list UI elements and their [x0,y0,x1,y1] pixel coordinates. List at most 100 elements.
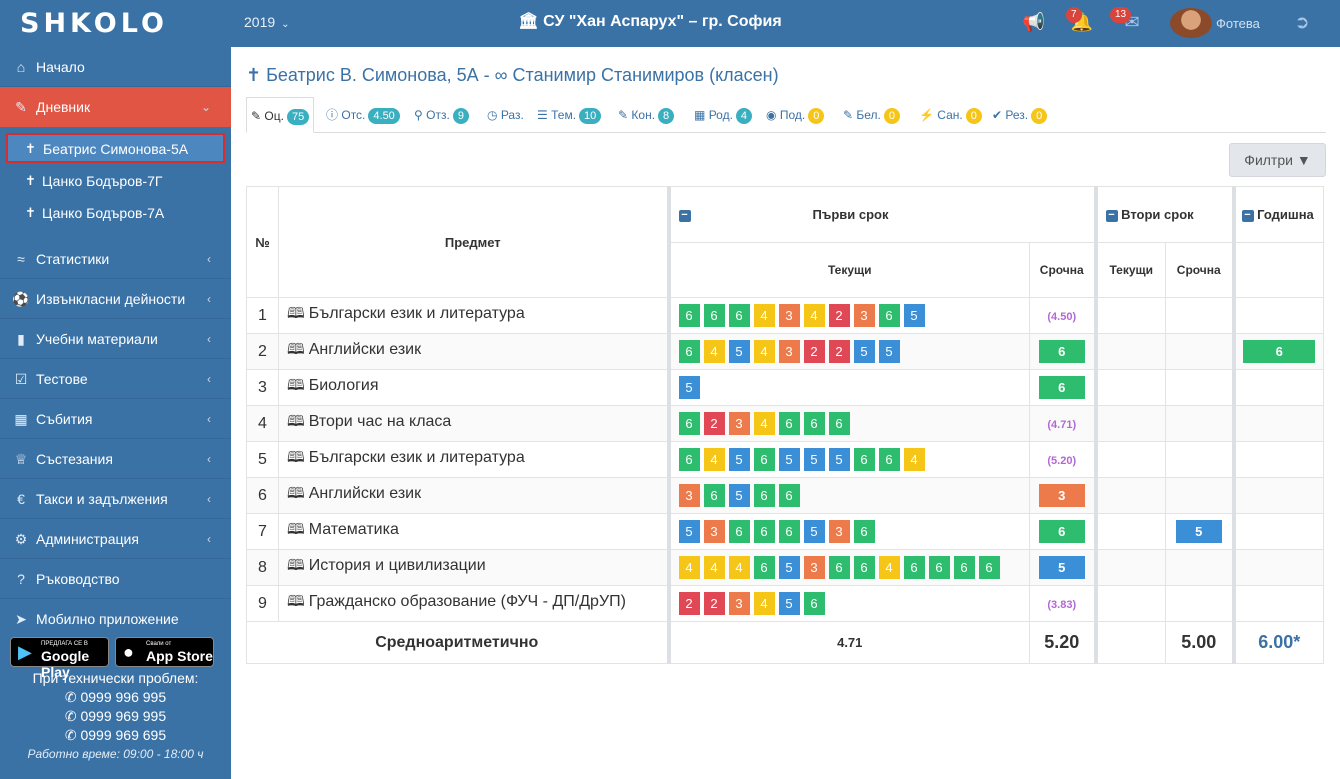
subject-cell[interactable]: 🕮 Втори час на класа [278,405,669,442]
grade-badge[interactable]: 4 [803,304,825,327]
grade-badge[interactable]: 2 [803,340,825,363]
grade-badge[interactable]: 6 [978,556,1000,579]
term1-header[interactable]: − Първи срок [666,186,1096,243]
megaphone-icon[interactable]: 📢 [1022,10,1046,34]
subject-cell[interactable]: 🕮 Гражданско образование (ФУЧ - ДП/ДрУП) [278,585,669,622]
grade-badge[interactable]: 4 [703,448,725,471]
grade-badge[interactable]: 6 [703,304,725,327]
tab-exams[interactable]: ✎ Кон. 8 [618,97,675,133]
sidebar-item-extracurricular[interactable]: ⚽ Извънкласни дейности ‹ [0,279,231,319]
grade-badge[interactable]: 2 [703,412,725,435]
collapse-icon[interactable]: − [1241,209,1254,222]
grade-badge[interactable]: 4 [703,556,725,579]
grade-badge[interactable]: 4 [753,412,775,435]
grade-badge[interactable]: 6 [728,520,750,543]
student-item-3[interactable]: ✝ Цанко Бодъров-7А [0,197,231,229]
grade-badge[interactable]: 5 [803,520,825,543]
grade-badge[interactable]: 5 [678,520,700,543]
sidebar-item-mobile-app[interactable]: ➤ Мобилно приложение [0,599,231,639]
grade-badge[interactable]: 3 [703,520,725,543]
filters-button[interactable]: Филтри ▼ [1229,143,1326,177]
grade-badge[interactable]: 5 [728,340,750,363]
term-grade-badge[interactable]: 5 [1038,556,1085,579]
student-item-1[interactable]: ✝ Беатрис Симонова-5А [6,133,225,163]
grade-badge[interactable]: 6 [778,412,800,435]
grade-badge[interactable]: 3 [728,412,750,435]
grade-badge[interactable]: 6 [828,556,850,579]
grade-badge[interactable]: 6 [928,556,950,579]
grade-badge[interactable]: 4 [728,556,750,579]
grade-badge[interactable]: 5 [803,448,825,471]
subject-cell[interactable]: 🕮 Английски език [278,477,669,514]
sidebar-item-diary[interactable]: ✎ Дневник ⌄ [0,87,231,127]
term-grade-badge[interactable]: 5 [1175,520,1222,543]
sidebar-item-guide[interactable]: ? Ръководство [0,559,231,599]
grade-badge[interactable]: 5 [903,304,925,327]
grade-badge[interactable]: 6 [778,484,800,507]
term-grade-badge[interactable]: 3 [1038,484,1085,507]
grade-badge[interactable]: 3 [678,484,700,507]
grade-badge[interactable]: 6 [953,556,975,579]
grade-badge[interactable]: 6 [853,556,875,579]
term-grade-badge[interactable]: 6 [1038,340,1085,363]
sidebar-item-fees[interactable]: € Такси и задължения ‹ [0,479,231,519]
grade-badge[interactable]: 2 [678,592,700,615]
grade-badge[interactable]: 6 [753,484,775,507]
sidebar-item-statistics[interactable]: ≈ Статистики ‹ [0,239,231,279]
grade-badge[interactable]: 3 [828,520,850,543]
grade-badge[interactable]: 4 [903,448,925,471]
tab-sanctions[interactable]: ⚡ Сан. 0 [919,97,982,133]
collapse-icon[interactable]: − [1105,209,1118,222]
grade-badge[interactable]: 4 [703,340,725,363]
grade-badge[interactable]: 6 [903,556,925,579]
grade-badge[interactable]: 3 [778,304,800,327]
grade-badge[interactable]: 5 [728,484,750,507]
grade-badge[interactable]: 5 [778,448,800,471]
tab-grades[interactable]: ✎ Оц. 75 [246,97,315,133]
grade-badge[interactable]: 2 [828,304,850,327]
sidebar-item-competitions[interactable]: ♕ Състезания ‹ [0,439,231,479]
grade-badge[interactable]: 6 [803,412,825,435]
app-store-button[interactable]: ● Свали от App Store [115,637,214,667]
tab-schedule[interactable]: ◷ Раз. [487,97,524,133]
sidebar-item-tests[interactable]: ☑ Тестове ‹ [0,359,231,399]
subject-cell[interactable]: 🕮 Български език и литература [278,441,669,478]
grade-badge[interactable]: 6 [678,340,700,363]
grade-badge[interactable]: 6 [728,304,750,327]
grade-badge[interactable]: 5 [678,376,700,399]
grade-badge[interactable]: 6 [878,304,900,327]
grade-badge[interactable]: 5 [853,340,875,363]
subject-cell[interactable]: 🕮 Математика [278,513,669,550]
grade-badge[interactable]: 3 [778,340,800,363]
grade-badge[interactable]: 6 [753,556,775,579]
subject-cell[interactable]: 🕮 Биология [278,369,669,406]
grade-badge[interactable]: 6 [853,448,875,471]
grade-badge[interactable]: 6 [678,448,700,471]
grade-badge[interactable]: 6 [703,484,725,507]
grade-badge[interactable]: 4 [753,304,775,327]
tab-topics[interactable]: ☰ Тем. 10 [537,97,602,133]
sidebar-item-home[interactable]: ⌂ Начало [0,47,231,87]
grade-badge[interactable]: 6 [753,448,775,471]
grade-badge[interactable]: 6 [753,520,775,543]
collapse-icon[interactable]: − [678,209,691,222]
sidebar-item-materials[interactable]: ▮ Учебни материали ‹ [0,319,231,359]
grade-badge[interactable]: 6 [778,520,800,543]
grade-badge[interactable]: 3 [803,556,825,579]
user-name[interactable]: Фотева [1216,16,1260,31]
grade-badge[interactable]: 3 [853,304,875,327]
grade-badge[interactable]: 4 [878,556,900,579]
tab-results[interactable]: ✔ Рез. 0 [992,97,1048,133]
sidebar-item-events[interactable]: ▦ Събития ‹ [0,399,231,439]
student-item-2[interactable]: ✝ Цанко Бодъров-7Г [0,165,231,197]
tab-parents[interactable]: ▦ Род. 4 [694,97,753,133]
annual-grade-badge[interactable]: 6 [1243,340,1316,363]
grade-badge[interactable]: 4 [678,556,700,579]
google-play-button[interactable]: ▶ ПРЕДЛАГА СЕ В Google Play [10,637,109,680]
grade-badge[interactable]: 6 [803,592,825,615]
term-grade-badge[interactable]: 6 [1038,376,1085,399]
grade-badge[interactable]: 5 [778,556,800,579]
subject-cell[interactable]: 🕮 Английски език [278,333,669,370]
grade-badge[interactable]: 5 [728,448,750,471]
tab-feedback[interactable]: ⚲ Отз. 9 [414,97,469,133]
